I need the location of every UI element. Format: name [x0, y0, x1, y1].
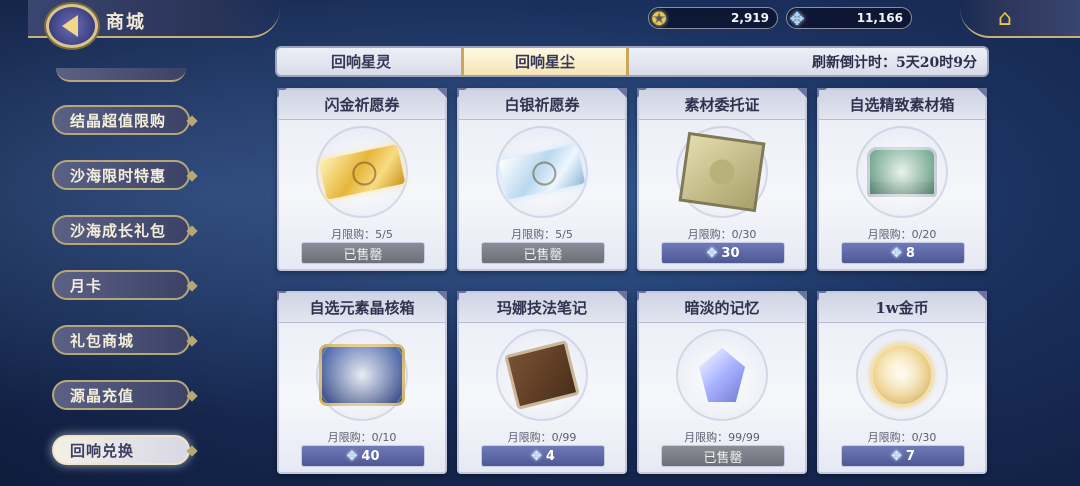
seal-decoration — [856, 126, 948, 218]
purchase-limit: 月限购：0/10 — [327, 431, 397, 444]
price-label: 30 — [721, 245, 740, 261]
back-button[interactable] — [46, 4, 98, 48]
gold-star-icon: ✪ — [651, 8, 667, 30]
purchase-limit: 月限购：99/99 — [684, 431, 760, 444]
purchase-limit: 月限购：0/99 — [507, 431, 577, 444]
price-button[interactable]: ✥ 40 — [301, 445, 425, 467]
sidebar-scroll-stub — [56, 68, 186, 82]
price-label: 已售罄 — [343, 247, 383, 263]
item-name: 玛娜技法笔记 — [459, 293, 625, 323]
item-name: 1w金币 — [819, 293, 985, 323]
blue-crystal-icon: ✥ — [789, 8, 805, 30]
price-button[interactable]: ✥ 4 — [481, 445, 605, 467]
item-art — [639, 122, 805, 222]
sidebar-item-echo-exchange[interactable]: 回响兑换 — [52, 435, 190, 465]
price-button[interactable]: ✥ 30 — [661, 242, 785, 264]
purchase-limit: 月限购：5/5 — [331, 228, 393, 241]
tab-bar: 回响星灵 回响星尘 刷新倒计时：5天20时9分 — [275, 46, 989, 77]
tab-echo-spirit[interactable]: 回响星灵 — [277, 48, 445, 75]
price-button[interactable]: 已售罄 — [661, 445, 785, 467]
stardust-icon: ✥ — [531, 448, 542, 464]
item-name: 闪金祈愿券 — [279, 90, 445, 120]
shop-item-card[interactable]: 1w金币 月限购：0/30 ✥ 7 — [817, 291, 987, 474]
sidebar-item-monthly-card[interactable]: 月卡 — [52, 270, 190, 300]
item-name: 素材委托证 — [639, 90, 805, 120]
price-label: 已售罄 — [523, 247, 563, 263]
sidebar-item-crystal-limited[interactable]: 结晶超值限购 — [52, 105, 190, 135]
item-art — [279, 122, 445, 222]
price-button[interactable]: 已售罄 — [301, 242, 425, 264]
price-button[interactable]: ✥ 7 — [841, 445, 965, 467]
item-art — [459, 325, 625, 425]
item-name: 自选元素晶核箱 — [279, 293, 445, 323]
sidebar-item-desert-growth[interactable]: 沙海成长礼包 — [52, 215, 190, 245]
seal-decoration — [856, 329, 948, 421]
price-label: 已售罄 — [703, 450, 743, 466]
stardust-icon: ✥ — [346, 448, 358, 464]
item-art — [819, 122, 985, 222]
shop-item-card[interactable]: 闪金祈愿券 月限购：5/5 已售罄 — [277, 88, 447, 271]
top-bar: 商城 ✪ 2,919 ✥ 11,166 ⌂ — [0, 0, 1080, 48]
page-title: 商城 — [106, 12, 146, 33]
item-name: 暗淡的记忆 — [639, 293, 805, 323]
sidebar-item-desert-sale[interactable]: 沙海限时特惠 — [52, 160, 190, 190]
price-label: 8 — [905, 245, 915, 261]
purchase-limit: 月限购：0/30 — [867, 431, 937, 444]
currency-gold[interactable]: ✪ 2,919 — [648, 7, 778, 30]
stardust-icon: ✥ — [706, 245, 718, 261]
price-label: 4 — [545, 448, 555, 464]
home-icon[interactable]: ⌂ — [990, 6, 1020, 32]
price-button[interactable]: 已售罄 — [481, 242, 605, 264]
sidebar-item-gift-shop[interactable]: 礼包商城 — [52, 325, 190, 355]
item-name: 白银祈愿券 — [459, 90, 625, 120]
shop-item-card[interactable]: 玛娜技法笔记 月限购：0/99 ✥ 4 — [457, 291, 627, 474]
back-arrow-icon — [62, 15, 78, 37]
home-plate — [960, 0, 1080, 38]
stardust-icon: ✥ — [891, 245, 902, 261]
price-label: 40 — [361, 448, 380, 464]
shop-item-card[interactable]: 暗淡的记忆 月限购：99/99 已售罄 — [637, 291, 807, 474]
currency-gold-value: 2,919 — [731, 11, 769, 25]
item-name: 自选精致素材箱 — [819, 90, 985, 120]
tab-echo-stardust[interactable]: 回响星尘 — [461, 48, 629, 75]
purchase-limit: 月限购：5/5 — [511, 228, 573, 241]
sidebar: 结晶超值限购 沙海限时特惠 沙海成长礼包 月卡 礼包商城 源晶充值 回响兑换 — [0, 60, 260, 486]
purchase-limit: 月限购：0/20 — [867, 228, 937, 241]
item-art — [819, 325, 985, 425]
currency-blue-value: 11,166 — [856, 11, 903, 25]
item-art — [639, 325, 805, 425]
shop-item-card[interactable]: 白银祈愿券 月限购：5/5 已售罄 — [457, 88, 627, 271]
item-art — [459, 122, 625, 222]
item-art — [279, 325, 445, 425]
shop-item-card[interactable]: 素材委托证 月限购：0/30 ✥ 30 — [637, 88, 807, 271]
price-label: 7 — [905, 448, 915, 464]
stardust-icon: ✥ — [891, 448, 902, 464]
currency-blue[interactable]: ✥ 11,166 — [786, 7, 912, 30]
purchase-limit: 月限购：0/30 — [687, 228, 757, 241]
shop-item-card[interactable]: 自选精致素材箱 月限购：0/20 ✥ 8 — [817, 88, 987, 271]
commission-scroll-icon — [678, 131, 766, 213]
shop-item-card[interactable]: 自选元素晶核箱 月限购：0/10 ✥ 40 — [277, 291, 447, 474]
seal-decoration — [316, 329, 408, 421]
shop-grid: 闪金祈愿券 月限购：5/5 已售罄 白银祈愿券 月限购：5/5 已售罄 素材委托… — [277, 88, 989, 478]
sidebar-item-topup[interactable]: 源晶充值 — [52, 380, 190, 410]
refresh-countdown: 刷新倒计时：5天20时9分 — [812, 55, 977, 71]
price-button[interactable]: ✥ 8 — [841, 242, 965, 264]
